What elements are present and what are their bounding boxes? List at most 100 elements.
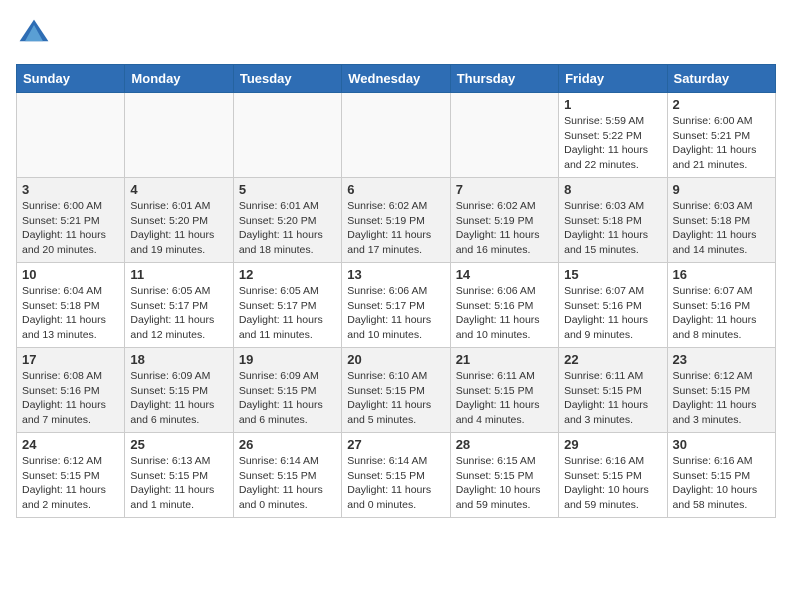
day-info: Sunrise: 6:11 AM Sunset: 5:15 PM Dayligh… xyxy=(456,369,553,428)
calendar-cell: 8 Sunrise: 6:03 AM Sunset: 5:18 PM Daylig… xyxy=(559,178,667,263)
day-info: Sunrise: 6:04 AM Sunset: 5:18 PM Dayligh… xyxy=(22,284,119,343)
day-info: Sunrise: 6:14 AM Sunset: 5:15 PM Dayligh… xyxy=(347,454,444,513)
day-number: 29 xyxy=(564,437,661,452)
day-info: Sunrise: 6:03 AM Sunset: 5:18 PM Dayligh… xyxy=(673,199,770,258)
day-info: Sunrise: 6:02 AM Sunset: 5:19 PM Dayligh… xyxy=(347,199,444,258)
day-info: Sunrise: 6:09 AM Sunset: 5:15 PM Dayligh… xyxy=(239,369,336,428)
calendar-cell: 5 Sunrise: 6:01 AM Sunset: 5:20 PM Daylig… xyxy=(233,178,341,263)
calendar-cell xyxy=(125,93,233,178)
day-info: Sunrise: 6:01 AM Sunset: 5:20 PM Dayligh… xyxy=(239,199,336,258)
day-number: 24 xyxy=(22,437,119,452)
day-number: 27 xyxy=(347,437,444,452)
day-number: 15 xyxy=(564,267,661,282)
calendar-cell: 6 Sunrise: 6:02 AM Sunset: 5:19 PM Daylig… xyxy=(342,178,450,263)
calendar-week-3: 10 Sunrise: 6:04 AM Sunset: 5:18 PM Dayli… xyxy=(17,263,776,348)
logo-icon xyxy=(16,16,52,52)
day-header-monday: Monday xyxy=(125,65,233,93)
calendar-cell: 21 Sunrise: 6:11 AM Sunset: 5:15 PM Dayli… xyxy=(450,348,558,433)
day-number: 16 xyxy=(673,267,770,282)
day-info: Sunrise: 6:07 AM Sunset: 5:16 PM Dayligh… xyxy=(564,284,661,343)
day-number: 7 xyxy=(456,182,553,197)
day-info: Sunrise: 6:15 AM Sunset: 5:15 PM Dayligh… xyxy=(456,454,553,513)
day-info: Sunrise: 6:00 AM Sunset: 5:21 PM Dayligh… xyxy=(22,199,119,258)
day-header-thursday: Thursday xyxy=(450,65,558,93)
day-number: 2 xyxy=(673,97,770,112)
day-info: Sunrise: 6:12 AM Sunset: 5:15 PM Dayligh… xyxy=(22,454,119,513)
calendar-cell: 20Sunrise: 6:10 AM Sunset: 5:15 PM Dayli… xyxy=(342,348,450,433)
day-header-saturday: Saturday xyxy=(667,65,775,93)
calendar-cell: 1Sunrise: 5:59 AM Sunset: 5:22 PM Daylig… xyxy=(559,93,667,178)
calendar-week-2: 3 Sunrise: 6:00 AM Sunset: 5:21 PM Daylig… xyxy=(17,178,776,263)
day-number: 18 xyxy=(130,352,227,367)
calendar-table: SundayMondayTuesdayWednesdayThursdayFrid… xyxy=(16,64,776,518)
calendar-cell: 11Sunrise: 6:05 AM Sunset: 5:17 PM Dayli… xyxy=(125,263,233,348)
day-info: Sunrise: 6:07 AM Sunset: 5:16 PM Dayligh… xyxy=(673,284,770,343)
day-number: 6 xyxy=(347,182,444,197)
calendar-cell xyxy=(342,93,450,178)
day-header-tuesday: Tuesday xyxy=(233,65,341,93)
day-number: 4 xyxy=(130,182,227,197)
calendar-cell: 29 Sunrise: 6:16 AM Sunset: 5:15 PM Dayli… xyxy=(559,433,667,518)
day-info: Sunrise: 6:01 AM Sunset: 5:20 PM Dayligh… xyxy=(130,199,227,258)
calendar-cell: 12Sunrise: 6:05 AM Sunset: 5:17 PM Dayli… xyxy=(233,263,341,348)
calendar-cell: 16 Sunrise: 6:07 AM Sunset: 5:16 PM Dayli… xyxy=(667,263,775,348)
calendar-cell: 13 Sunrise: 6:06 AM Sunset: 5:17 PM Dayli… xyxy=(342,263,450,348)
logo xyxy=(16,16,56,52)
day-number: 26 xyxy=(239,437,336,452)
day-number: 10 xyxy=(22,267,119,282)
day-info: Sunrise: 6:00 AM Sunset: 5:21 PM Dayligh… xyxy=(673,114,770,173)
calendar-cell: 27 Sunrise: 6:14 AM Sunset: 5:15 PM Dayli… xyxy=(342,433,450,518)
calendar-cell xyxy=(17,93,125,178)
day-info: Sunrise: 6:08 AM Sunset: 5:16 PM Dayligh… xyxy=(22,369,119,428)
day-info: Sunrise: 6:06 AM Sunset: 5:17 PM Dayligh… xyxy=(347,284,444,343)
day-number: 25 xyxy=(130,437,227,452)
day-info: Sunrise: 6:16 AM Sunset: 5:15 PM Dayligh… xyxy=(564,454,661,513)
day-number: 3 xyxy=(22,182,119,197)
day-info: Sunrise: 6:14 AM Sunset: 5:15 PM Dayligh… xyxy=(239,454,336,513)
day-number: 20 xyxy=(347,352,444,367)
calendar-cell: 17 Sunrise: 6:08 AM Sunset: 5:16 PM Dayli… xyxy=(17,348,125,433)
day-header-friday: Friday xyxy=(559,65,667,93)
calendar-header-row: SundayMondayTuesdayWednesdayThursdayFrid… xyxy=(17,65,776,93)
day-number: 9 xyxy=(673,182,770,197)
calendar-cell: 3 Sunrise: 6:00 AM Sunset: 5:21 PM Daylig… xyxy=(17,178,125,263)
page-header xyxy=(16,16,776,52)
day-info: Sunrise: 6:02 AM Sunset: 5:19 PM Dayligh… xyxy=(456,199,553,258)
day-info: Sunrise: 6:13 AM Sunset: 5:15 PM Dayligh… xyxy=(130,454,227,513)
day-number: 13 xyxy=(347,267,444,282)
calendar-cell: 24 Sunrise: 6:12 AM Sunset: 5:15 PM Dayli… xyxy=(17,433,125,518)
calendar-cell: 23Sunrise: 6:12 AM Sunset: 5:15 PM Dayli… xyxy=(667,348,775,433)
calendar-week-1: 1Sunrise: 5:59 AM Sunset: 5:22 PM Daylig… xyxy=(17,93,776,178)
calendar-week-5: 24 Sunrise: 6:12 AM Sunset: 5:15 PM Dayli… xyxy=(17,433,776,518)
day-number: 12 xyxy=(239,267,336,282)
day-info: Sunrise: 6:12 AM Sunset: 5:15 PM Dayligh… xyxy=(673,369,770,428)
calendar-cell: 9 Sunrise: 6:03 AM Sunset: 5:18 PM Daylig… xyxy=(667,178,775,263)
calendar-cell: 25 Sunrise: 6:13 AM Sunset: 5:15 PM Dayli… xyxy=(125,433,233,518)
day-info: Sunrise: 6:06 AM Sunset: 5:16 PM Dayligh… xyxy=(456,284,553,343)
calendar-cell xyxy=(233,93,341,178)
day-number: 19 xyxy=(239,352,336,367)
calendar-cell: 26 Sunrise: 6:14 AM Sunset: 5:15 PM Dayli… xyxy=(233,433,341,518)
day-info: Sunrise: 6:11 AM Sunset: 5:15 PM Dayligh… xyxy=(564,369,661,428)
calendar-cell: 10 Sunrise: 6:04 AM Sunset: 5:18 PM Dayli… xyxy=(17,263,125,348)
day-header-wednesday: Wednesday xyxy=(342,65,450,93)
day-number: 5 xyxy=(239,182,336,197)
calendar-cell: 22 Sunrise: 6:11 AM Sunset: 5:15 PM Dayli… xyxy=(559,348,667,433)
day-number: 22 xyxy=(564,352,661,367)
calendar-cell: 2 Sunrise: 6:00 AM Sunset: 5:21 PM Daylig… xyxy=(667,93,775,178)
calendar-cell: 18 Sunrise: 6:09 AM Sunset: 5:15 PM Dayli… xyxy=(125,348,233,433)
day-info: Sunrise: 6:03 AM Sunset: 5:18 PM Dayligh… xyxy=(564,199,661,258)
day-number: 21 xyxy=(456,352,553,367)
day-info: Sunrise: 6:09 AM Sunset: 5:15 PM Dayligh… xyxy=(130,369,227,428)
day-number: 8 xyxy=(564,182,661,197)
day-number: 17 xyxy=(22,352,119,367)
day-info: Sunrise: 5:59 AM Sunset: 5:22 PM Dayligh… xyxy=(564,114,661,173)
calendar-cell: 30 Sunrise: 6:16 AM Sunset: 5:15 PM Dayli… xyxy=(667,433,775,518)
day-info: Sunrise: 6:16 AM Sunset: 5:15 PM Dayligh… xyxy=(673,454,770,513)
day-number: 14 xyxy=(456,267,553,282)
day-header-sunday: Sunday xyxy=(17,65,125,93)
calendar-cell: 28 Sunrise: 6:15 AM Sunset: 5:15 PM Dayli… xyxy=(450,433,558,518)
day-number: 11 xyxy=(130,267,227,282)
day-number: 28 xyxy=(456,437,553,452)
day-number: 30 xyxy=(673,437,770,452)
